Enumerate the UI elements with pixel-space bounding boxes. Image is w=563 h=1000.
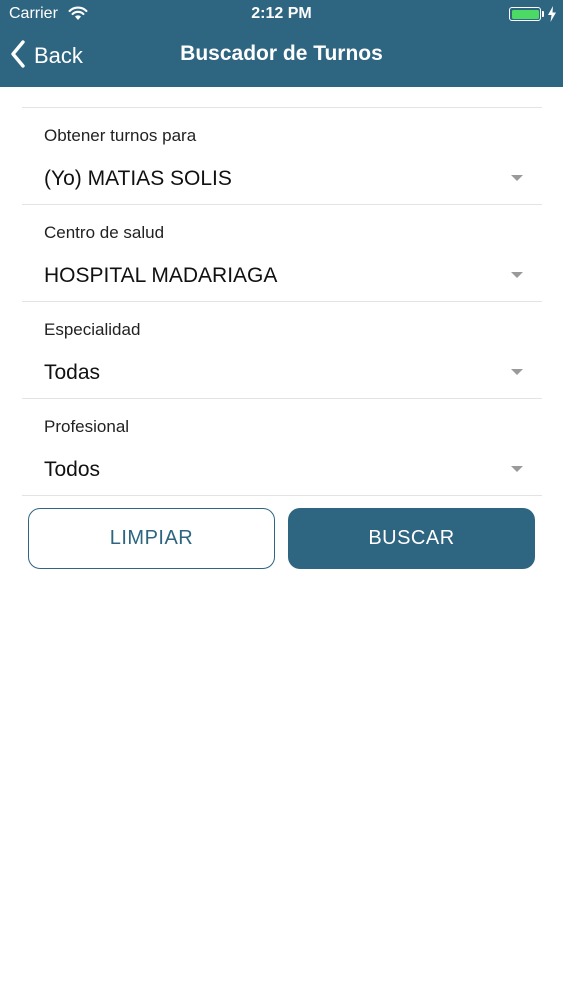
field-label: Especialidad — [44, 320, 141, 339]
search-form: Obtener turnos para (Yo) MATIAS SOLIS Ce… — [22, 107, 542, 496]
dropdown-arrow-icon — [511, 175, 523, 181]
selected-value: (Yo) MATIAS SOLIS — [44, 167, 232, 190]
navigation-header: Carrier 2:12 PM Back Buscador de Turnos — [0, 0, 563, 87]
back-button-label: Back — [34, 43, 83, 68]
clear-button[interactable]: LIMPIAR — [28, 508, 275, 569]
dropdown-arrow-icon — [511, 272, 523, 278]
search-button[interactable]: BUSCAR — [288, 508, 535, 569]
selected-value: Todas — [44, 361, 101, 384]
specialty-select[interactable]: Especialidad Todas — [22, 302, 542, 399]
professional-select[interactable]: Profesional Todos — [22, 399, 542, 496]
status-bar: Carrier 2:12 PM — [0, 0, 563, 28]
health-center-select[interactable]: Centro de salud HOSPITAL MADARIAGA — [22, 205, 542, 302]
selected-value: Todos — [44, 458, 101, 481]
field-label: Profesional — [44, 417, 130, 436]
battery-icon — [509, 7, 541, 21]
patient-select[interactable]: Obtener turnos para (Yo) MATIAS SOLIS — [22, 108, 542, 205]
page-title: Buscador de Turnos — [180, 42, 383, 65]
back-button[interactable]: Back — [10, 39, 83, 73]
dropdown-arrow-icon — [511, 369, 523, 375]
dropdown-arrow-icon — [511, 466, 523, 472]
battery-nub — [542, 11, 544, 17]
chevron-left-icon — [10, 39, 26, 73]
status-time: 2:12 PM — [251, 5, 312, 22]
field-label: Obtener turnos para — [44, 126, 197, 145]
selected-value: HOSPITAL MADARIAGA — [44, 264, 278, 287]
charging-bolt-icon — [547, 6, 557, 27]
field-label: Centro de salud — [44, 223, 165, 242]
